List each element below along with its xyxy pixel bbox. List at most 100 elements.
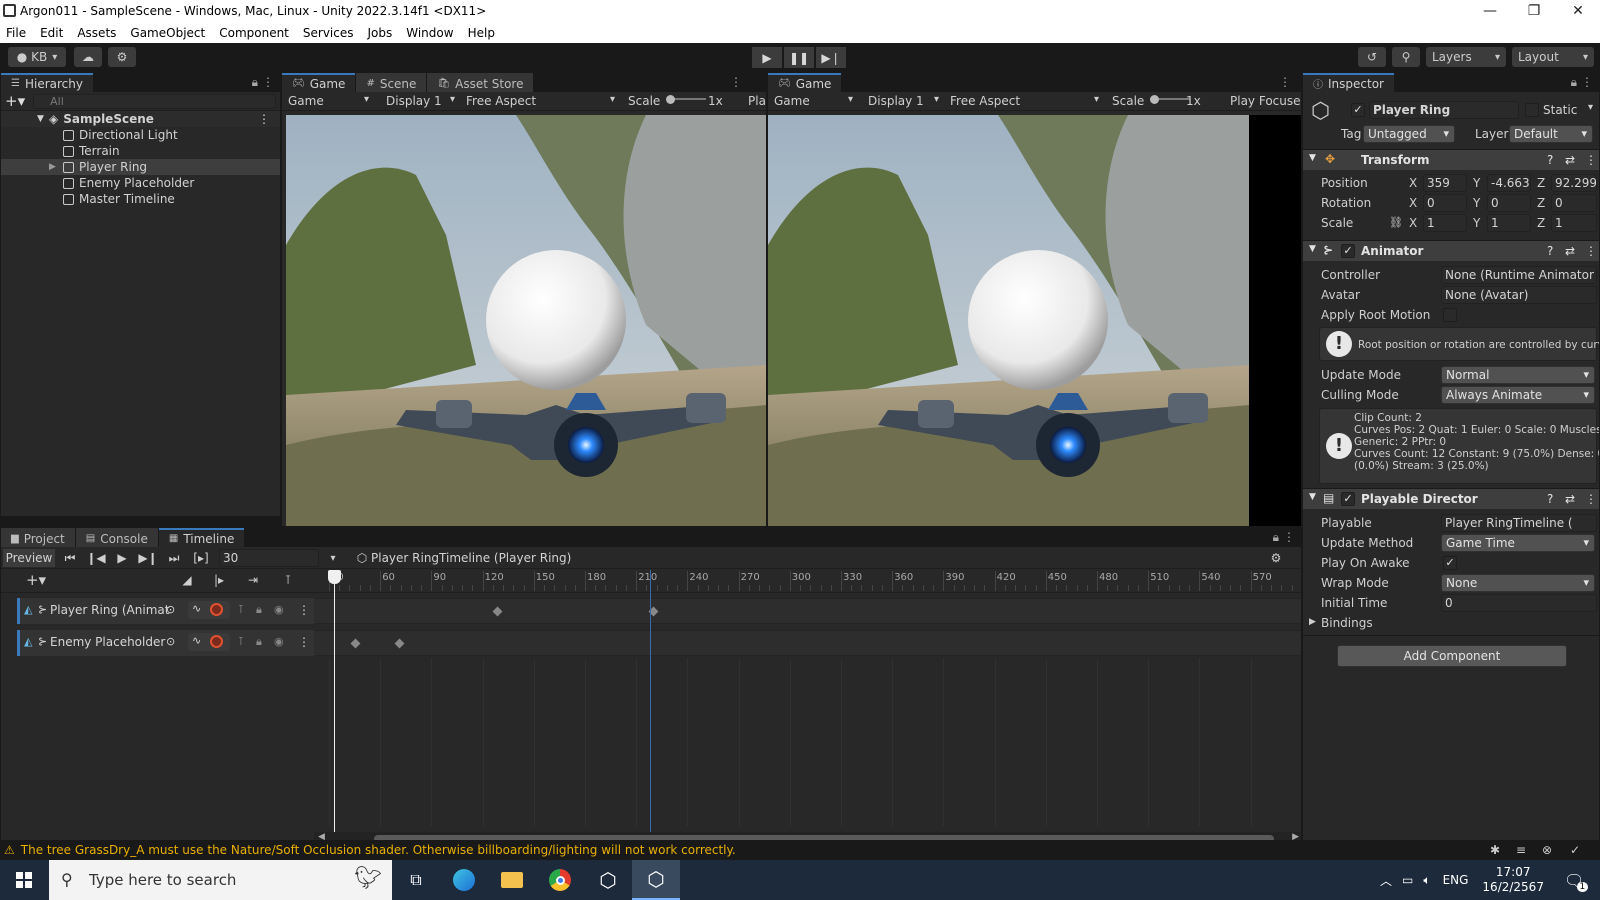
go-to-start-icon[interactable]: ⏮ (61, 550, 79, 566)
link-icon[interactable]: ⛓ (1389, 216, 1403, 229)
play-on-awake-checkbox[interactable]: ✓ (1443, 556, 1457, 570)
transform-header[interactable]: ▼ ✥ Transform ? ⇄ ⋮ (1303, 149, 1599, 170)
kebab-menu-icon[interactable]: ⋮ (258, 112, 270, 126)
kebab-menu-icon[interactable]: ⋮ (1283, 530, 1295, 544)
collab-button[interactable]: ⚙ (108, 47, 136, 67)
scale-z-input[interactable]: 1 (1551, 214, 1597, 232)
loop-range-icon[interactable]: [▸] (191, 550, 211, 566)
hierarchy-item-player-ring[interactable]: ▶ Player Ring (1, 159, 280, 175)
playhead-handle[interactable] (328, 570, 341, 584)
record-icon[interactable] (210, 603, 223, 616)
aspect-dropdown[interactable]: Free Aspect (466, 94, 536, 108)
playable-field[interactable]: Player RingTimeline ( (1441, 514, 1597, 532)
rotation-x-input[interactable]: 0 (1423, 194, 1467, 212)
kebab-menu-icon[interactable]: ⋮ (262, 75, 274, 89)
search-button[interactable]: ⚲ (1392, 47, 1420, 67)
snap-icon[interactable]: ⇥ (243, 572, 263, 588)
tab-game-2[interactable]: 🎮︎ Game (768, 73, 842, 92)
aspect-dropdown[interactable]: Free Aspect (950, 94, 1020, 108)
object-picker-icon[interactable]: ⊙ (166, 635, 175, 648)
update-mode-dropdown[interactable]: Normal (1441, 366, 1595, 384)
timeline-asset-breadcrumb[interactable]: Player RingTimeline (Player Ring) (371, 551, 571, 565)
layer-dropdown[interactable]: Default (1509, 125, 1593, 143)
preview-button[interactable]: Preview (3, 549, 55, 567)
help-icon[interactable]: ? (1547, 492, 1553, 506)
animator-enabled-checkbox[interactable]: ✓ (1341, 244, 1355, 258)
kebab-menu-icon[interactable]: ⋮ (1585, 492, 1597, 506)
lock-icon[interactable]: 🔒︎ (1571, 75, 1577, 90)
tab-inspector[interactable]: ⓘ Inspector (1303, 73, 1394, 92)
preset-icon[interactable]: ⇄ (1565, 492, 1575, 506)
track-player-ring[interactable]: ◭ ⊱ Player Ring (Animat ⊙ ∿ ⊺ 🔒︎ ◉ ⋮ (17, 598, 314, 624)
next-frame-icon[interactable]: ▶❙ (138, 550, 157, 566)
add-track-button[interactable]: +▾ (21, 571, 51, 589)
scale-slider-handle[interactable] (1150, 95, 1159, 104)
active-checkbox[interactable]: ✓ (1351, 103, 1365, 117)
expand-arrow-icon[interactable]: ▼ (1309, 244, 1316, 254)
expand-arrow-icon[interactable]: ▶ (49, 162, 56, 172)
chrome-button[interactable] (536, 860, 584, 900)
stack-icon[interactable]: ≡ (1516, 843, 1526, 857)
menu-component[interactable]: Component (219, 26, 289, 40)
play-mode-dropdown[interactable]: Play Focuse (1230, 94, 1301, 108)
game-viewport[interactable] (286, 115, 766, 526)
hierarchy-item-master-timeline[interactable]: Master Timeline (1, 191, 280, 207)
eye-icon[interactable]: ◉ (274, 603, 284, 616)
network-icon[interactable]: ▭ (1402, 873, 1413, 887)
menu-file[interactable]: File (6, 26, 26, 40)
display-dropdown[interactable]: Display 1 (868, 94, 924, 108)
close-icon[interactable]: ✕ (1556, 0, 1600, 22)
clock[interactable]: 17:07 16/2/2567 (1482, 865, 1544, 895)
playable-director-header[interactable]: ▼ ▤ ✓ Playable Director ? ⇄ ⋮ (1303, 488, 1599, 509)
curves-icon[interactable]: ∿ (192, 602, 201, 615)
start-button[interactable] (0, 860, 48, 900)
scale-x-input[interactable]: 1 (1423, 214, 1467, 232)
tab-game[interactable]: 🎮︎ Game (282, 73, 356, 92)
track-enemy-placeholder-lane[interactable] (314, 630, 1301, 656)
curves-icon[interactable]: ∿ (192, 634, 201, 647)
static-checkbox[interactable] (1525, 103, 1539, 117)
eye-icon[interactable]: ◉ (274, 635, 284, 648)
tag-dropdown[interactable]: Untagged (1363, 125, 1455, 143)
expand-arrow-icon[interactable]: ▼ (37, 114, 44, 124)
scale-slider-handle[interactable] (666, 95, 675, 104)
lock-icon[interactable]: 🔒︎ (252, 75, 258, 90)
menu-help[interactable]: Help (468, 26, 495, 40)
update-method-dropdown[interactable]: Game Time (1441, 534, 1595, 552)
pin-icon[interactable]: ⊺ (238, 603, 244, 616)
check-icon[interactable]: ✓ (1570, 843, 1580, 857)
tab-asset-store[interactable]: 🛍︎ Asset Store (427, 73, 534, 92)
bindings-row[interactable]: ▶ Bindings (1303, 613, 1599, 633)
rotation-y-input[interactable]: 0 (1487, 194, 1531, 212)
scale-y-input[interactable]: 1 (1487, 214, 1531, 232)
minimize-icon[interactable]: — (1468, 0, 1512, 22)
previous-frame-icon[interactable]: ❙◀ (86, 550, 105, 566)
display-dropdown[interactable]: Display 1 (386, 94, 442, 108)
menu-gameobject[interactable]: GameObject (130, 26, 205, 40)
track-enemy-placeholder[interactable]: ◭ ⊱ Enemy Placeholder ⊙ ∿ ⊺ 🔒︎ ◉ ⋮ (17, 630, 314, 656)
add-component-button[interactable]: Add Component (1337, 645, 1567, 667)
add-icon[interactable]: +▾ (5, 92, 25, 110)
keyframe[interactable] (350, 638, 361, 649)
kebab-menu-icon[interactable]: ⋮ (1585, 244, 1597, 258)
root-motion-checkbox[interactable] (1443, 308, 1457, 322)
tab-project[interactable]: ▆ Project (1, 528, 75, 547)
culling-mode-dropdown[interactable]: Always Animate (1441, 386, 1595, 404)
history-button[interactable]: ↺ (1358, 47, 1386, 67)
kebab-menu-icon[interactable]: ⋮ (298, 635, 310, 649)
play-icon[interactable]: ▶ (113, 550, 131, 566)
controller-field[interactable]: None (Runtime Animator (1441, 266, 1597, 284)
go-to-end-icon[interactable]: ⏭ (165, 550, 183, 566)
kebab-menu-icon[interactable]: ⋮ (1279, 75, 1291, 89)
status-message[interactable]: The tree GrassDry_A must use the Nature/… (21, 843, 736, 857)
edge-button[interactable] (440, 860, 488, 900)
chevron-up-icon[interactable]: ︿ (1380, 872, 1392, 889)
volume-icon[interactable]: 🔈︎ (1423, 873, 1430, 888)
ripple-icon[interactable]: |▸ (209, 572, 229, 588)
record-icon[interactable] (210, 635, 223, 648)
play-button[interactable]: ▶ (752, 47, 782, 68)
mode-dropdown[interactable]: Game (774, 94, 810, 108)
preset-icon[interactable]: ⇄ (1565, 244, 1575, 258)
director-enabled-checkbox[interactable]: ✓ (1341, 492, 1355, 506)
tab-timeline[interactable]: ▦ Timeline (158, 528, 245, 547)
